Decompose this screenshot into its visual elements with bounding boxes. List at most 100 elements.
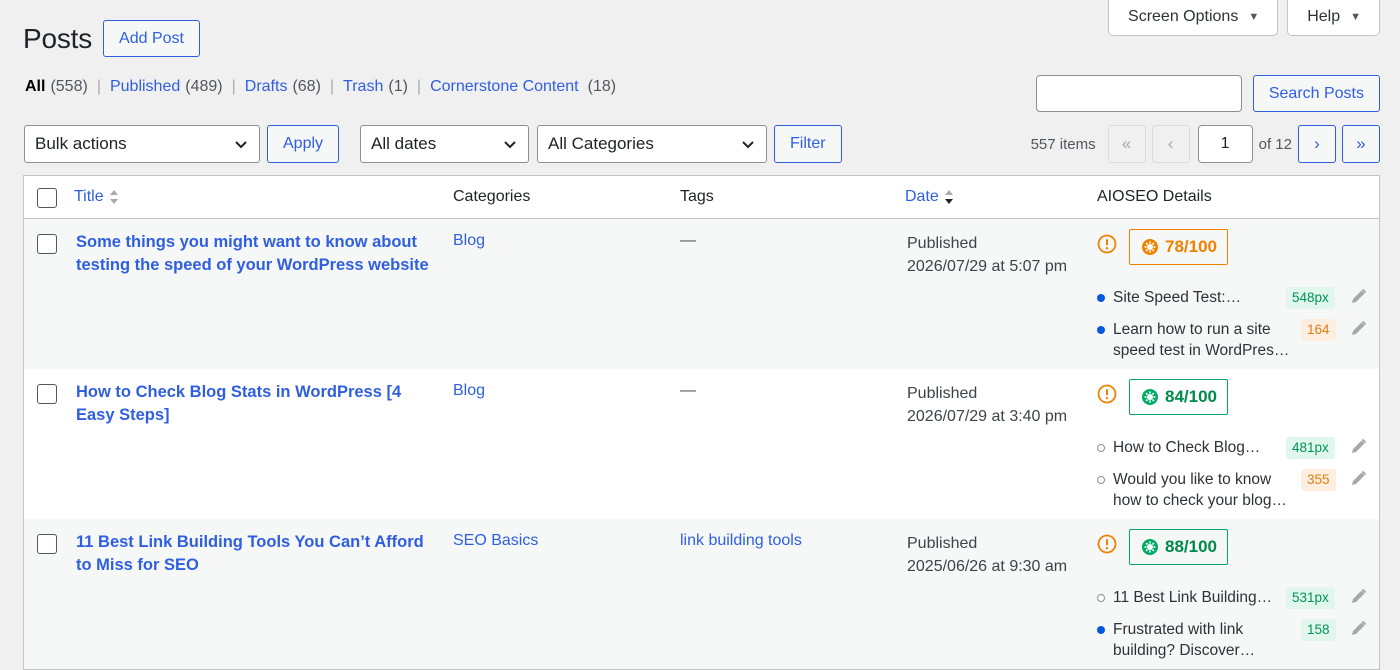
warning-circle-icon[interactable]	[1097, 534, 1117, 554]
date-filter-select[interactable]: All dates	[360, 125, 529, 163]
apply-button[interactable]: Apply	[267, 125, 340, 163]
post-title-link[interactable]: 11 Best Link Building Tools You Can’t Af…	[76, 531, 436, 577]
seo-title-item: 11 Best Link Building… 531px	[1097, 587, 1367, 609]
items-count: 557 items	[1030, 135, 1096, 153]
title-length-badge: 531px	[1286, 587, 1335, 609]
table-header: Title Categories Tags Date AIOSEO Detail…	[24, 176, 1379, 219]
date-filter-value: All dates	[371, 134, 437, 153]
bulk-actions-select[interactable]: Bulk actions	[24, 125, 260, 163]
view-all-link[interactable]: All	[25, 78, 45, 96]
post-status: Published	[907, 235, 978, 252]
pencil-icon[interactable]	[1350, 470, 1367, 487]
status-dot	[1097, 594, 1105, 602]
pencil-icon[interactable]	[1350, 288, 1367, 305]
category-filter-value: All Categories	[548, 134, 654, 153]
status-dot	[1097, 476, 1105, 484]
table-row: Some things you might want to know about…	[24, 219, 1379, 369]
screen-options-button[interactable]: Screen Options ▼	[1108, 0, 1279, 36]
help-button[interactable]: Help ▼	[1287, 0, 1380, 36]
truseo-score: 88/100	[1165, 537, 1217, 556]
title-length-badge: 548px	[1286, 287, 1335, 309]
category-filter-select[interactable]: All Categories	[537, 125, 767, 163]
separator: |	[329, 78, 335, 95]
status-dot	[1097, 626, 1105, 634]
post-status-views: All (558) | Published (489) | Drafts (68…	[25, 78, 616, 96]
separator: |	[416, 78, 422, 95]
pencil-icon[interactable]	[1350, 620, 1367, 637]
column-title-label: Title	[74, 188, 104, 205]
truseo-score: 78/100	[1165, 237, 1217, 256]
post-status: Published	[907, 535, 978, 552]
last-page-button[interactable]: »	[1342, 125, 1380, 163]
truseo-score-button[interactable]: 84/100	[1129, 379, 1228, 415]
filter-button[interactable]: Filter	[774, 125, 842, 163]
post-datetime: 2025/06/26 at 9:30 am	[907, 558, 1068, 575]
post-title-link[interactable]: How to Check Blog Stats in WordPress [4 …	[76, 381, 436, 427]
status-dot	[1097, 444, 1105, 452]
seo-title-item: Site Speed Test:… 548px	[1097, 287, 1367, 309]
post-category-link[interactable]: Blog	[453, 382, 485, 400]
column-date-sort[interactable]: Date	[905, 188, 955, 206]
pencil-icon[interactable]	[1350, 588, 1367, 605]
table-row: 11 Best Link Building Tools You Can’t Af…	[24, 519, 1379, 669]
caret-down-icon: ▼	[1350, 10, 1361, 23]
post-tags: —	[680, 232, 696, 249]
post-tags: —	[680, 382, 696, 399]
view-published-count: (489)	[185, 78, 223, 95]
screen-options-label: Screen Options	[1128, 7, 1239, 25]
seo-title-text: How to Check Blog…	[1113, 439, 1261, 456]
column-categories: Categories	[453, 188, 531, 205]
seo-description-text: Frustrated with link building? Discover…	[1113, 621, 1256, 659]
pencil-icon[interactable]	[1350, 320, 1367, 337]
seo-description-item: Learn how to run a site speed test in Wo…	[1097, 319, 1367, 363]
status-dot	[1097, 294, 1105, 302]
view-trash-link[interactable]: Trash	[343, 78, 383, 96]
aioseo-gear-icon	[1142, 539, 1158, 555]
post-tag-link[interactable]: link building tools	[680, 532, 802, 550]
column-aioseo: AIOSEO Details	[1097, 188, 1212, 205]
column-title-sort[interactable]: Title	[74, 188, 120, 206]
row-checkbox[interactable]	[37, 534, 57, 554]
aioseo-gear-icon	[1142, 239, 1158, 255]
column-tags: Tags	[680, 188, 714, 205]
status-dot	[1097, 326, 1105, 334]
current-page-input[interactable]: 1	[1197, 125, 1253, 163]
separator: |	[231, 78, 236, 95]
page-header: Posts Add Post	[23, 20, 200, 57]
sort-desc-icon	[944, 190, 953, 204]
warning-circle-icon[interactable]	[1097, 384, 1117, 404]
view-trash-count: (1)	[388, 78, 408, 95]
post-date: Published 2025/06/26 at 9:30 am	[907, 532, 1087, 578]
add-post-button[interactable]: Add Post	[103, 20, 200, 57]
truseo-score-button[interactable]: 78/100	[1129, 229, 1228, 265]
post-title-link[interactable]: Some things you might want to know about…	[76, 231, 436, 277]
post-category-link[interactable]: SEO Basics	[453, 532, 538, 550]
pagination: 557 items « ‹ 1 of 12 › »	[1031, 125, 1380, 163]
post-date: Published 2026/07/29 at 5:07 pm	[907, 232, 1087, 278]
pencil-icon[interactable]	[1350, 438, 1367, 455]
posts-table: Title Categories Tags Date AIOSEO Detail…	[23, 175, 1380, 670]
row-checkbox[interactable]	[37, 384, 57, 404]
caret-down-icon: ▼	[1248, 10, 1260, 23]
first-page-button[interactable]: «	[1107, 125, 1146, 163]
post-category-link[interactable]: Blog	[453, 232, 485, 250]
view-cornerstone-link[interactable]: Cornerstone Content	[430, 78, 579, 96]
select-all-checkbox[interactable]	[37, 188, 57, 208]
search-posts-button[interactable]: Search Posts	[1252, 75, 1380, 112]
truseo-score-button[interactable]: 88/100	[1129, 529, 1228, 565]
search-input[interactable]	[1035, 75, 1242, 112]
help-label: Help	[1307, 7, 1341, 25]
screen-meta-links: Screen Options ▼ Help ▼	[1108, 0, 1380, 36]
post-datetime: 2026/07/29 at 5:07 pm	[907, 258, 1068, 275]
next-page-button[interactable]: ›	[1298, 125, 1336, 163]
seo-description-item: Frustrated with link building? Discover……	[1097, 619, 1367, 663]
row-checkbox[interactable]	[37, 234, 57, 254]
warning-circle-icon[interactable]	[1097, 234, 1117, 254]
view-published-link[interactable]: Published	[110, 78, 180, 96]
column-date-label: Date	[905, 188, 939, 205]
view-drafts-link[interactable]: Drafts	[245, 78, 288, 96]
prev-page-button[interactable]: ‹	[1151, 125, 1190, 163]
truseo-score: 84/100	[1165, 387, 1217, 406]
aioseo-gear-icon	[1142, 389, 1158, 405]
seo-title-text: Site Speed Test:…	[1113, 289, 1242, 306]
